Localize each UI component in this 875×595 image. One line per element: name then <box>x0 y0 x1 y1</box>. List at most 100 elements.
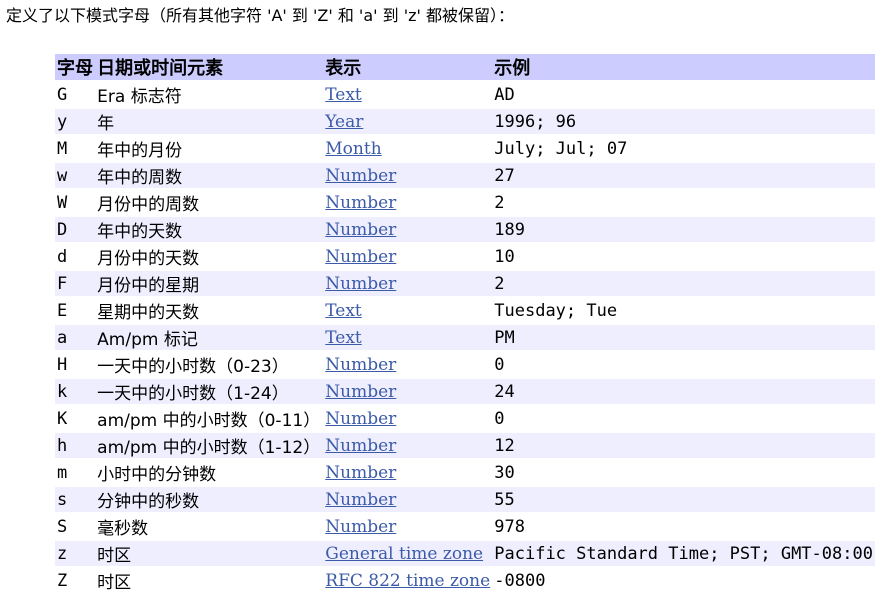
presentation-link[interactable]: Number <box>325 517 396 537</box>
date-time-element: Am/pm 标记 <box>95 325 324 350</box>
presentation-link[interactable]: Year <box>325 112 363 132</box>
pattern-letter: a <box>55 325 96 350</box>
presentation-cell: Number <box>323 271 493 296</box>
date-time-element: 月份中的星期 <box>95 271 324 296</box>
pattern-letter: s <box>55 487 96 512</box>
pattern-letter: m <box>55 460 96 485</box>
table-row: M 年中的月份 Month July; Jul; 07 <box>55 136 875 161</box>
example-value: 0 <box>492 406 875 431</box>
table-row: h am/pm 中的小时数（1-12） Number 12 <box>55 433 875 458</box>
presentation-cell: Number <box>323 460 493 485</box>
date-time-element: 年中的月份 <box>95 136 324 161</box>
pattern-letter: S <box>55 514 96 539</box>
presentation-link[interactable]: Number <box>325 382 396 402</box>
table-row: D 年中的天数 Number 189 <box>55 217 875 242</box>
presentation-cell: Number <box>323 433 493 458</box>
example-value: 978 <box>492 514 875 539</box>
presentation-cell: Text <box>323 82 493 107</box>
presentation-link[interactable]: Text <box>325 85 362 105</box>
example-value: AD <box>492 82 875 107</box>
header-element: 日期或时间元素 <box>95 54 324 80</box>
date-time-element: 年中的周数 <box>95 163 324 188</box>
presentation-cell: RFC 822 time zone <box>323 568 493 593</box>
example-value: -0800 <box>492 568 875 593</box>
presentation-cell: Number <box>323 514 493 539</box>
presentation-link[interactable]: Number <box>325 409 396 429</box>
presentation-cell: Year <box>323 109 493 134</box>
presentation-cell: Number <box>323 163 493 188</box>
presentation-link[interactable]: Month <box>325 139 381 159</box>
presentation-cell: Month <box>323 136 493 161</box>
presentation-link[interactable]: Number <box>325 436 396 456</box>
table-row: m 小时中的分钟数 Number 30 <box>55 460 875 485</box>
presentation-link[interactable]: RFC 822 time zone <box>325 571 490 591</box>
presentation-link[interactable]: Text <box>325 328 362 348</box>
table-row: G Era 标志符 Text AD <box>55 82 875 107</box>
table-row: H 一天中的小时数（0-23） Number 0 <box>55 352 875 377</box>
date-time-element: 时区 <box>95 568 324 593</box>
pattern-letter: K <box>55 406 96 431</box>
example-value: Tuesday; Tue <box>492 298 875 323</box>
presentation-cell: Text <box>323 298 493 323</box>
presentation-cell: Number <box>323 487 493 512</box>
date-time-element: 年中的天数 <box>95 217 324 242</box>
presentation-link[interactable]: Number <box>325 463 396 483</box>
date-time-element: 月份中的天数 <box>95 244 324 269</box>
pattern-letters-table: 字母 日期或时间元素 表示 示例 G Era 标志符 Text AD y 年 Year 199… <box>55 52 875 595</box>
pattern-letter: M <box>55 136 96 161</box>
example-value: 1996; 96 <box>492 109 875 134</box>
presentation-link[interactable]: General time zone <box>325 544 483 564</box>
example-value: Pacific Standard Time; PST; GMT-08:00 <box>492 541 875 566</box>
date-time-element: 一天中的小时数（1-24） <box>95 379 324 404</box>
table-row: d 月份中的天数 Number 10 <box>55 244 875 269</box>
presentation-cell: Number <box>323 352 493 377</box>
table-row: y 年 Year 1996; 96 <box>55 109 875 134</box>
example-value: 27 <box>492 163 875 188</box>
example-value: 0 <box>492 352 875 377</box>
pattern-letter: z <box>55 541 96 566</box>
table-row: W 月份中的周数 Number 2 <box>55 190 875 215</box>
example-value: 24 <box>492 379 875 404</box>
example-value: 55 <box>492 487 875 512</box>
date-time-element: 星期中的天数 <box>95 298 324 323</box>
example-value: 2 <box>492 190 875 215</box>
table-row: k 一天中的小时数（1-24） Number 24 <box>55 379 875 404</box>
table-row: Kam/pm 中的小时数（0-11） Number 0 <box>55 406 875 431</box>
example-value: 2 <box>492 271 875 296</box>
table-header-row: 字母 日期或时间元素 表示 示例 <box>55 54 875 80</box>
presentation-link[interactable]: Number <box>325 193 396 213</box>
example-value: 189 <box>492 217 875 242</box>
presentation-link[interactable]: Text <box>325 301 362 321</box>
table-row: E 星期中的天数 Text Tuesday; Tue <box>55 298 875 323</box>
example-value: July; Jul; 07 <box>492 136 875 161</box>
presentation-link[interactable]: Number <box>325 490 396 510</box>
presentation-link[interactable]: Number <box>325 355 396 375</box>
presentation-link[interactable]: Number <box>325 274 396 294</box>
date-time-element: 时区 <box>95 541 324 566</box>
intro-text: 定义了以下模式字母（所有其他字符 'A' 到 'Z' 和 'a' 到 'z' 都… <box>6 6 514 25</box>
table-row: F 月份中的星期 Number 2 <box>55 271 875 296</box>
pattern-letter: Z <box>55 568 96 593</box>
table-row: Z 时区 RFC 822 time zone -0800 <box>55 568 875 593</box>
pattern-letter: W <box>55 190 96 215</box>
pattern-letter: H <box>55 352 96 377</box>
presentation-cell: Number <box>323 379 493 404</box>
header-examples: 示例 <box>492 54 875 80</box>
pattern-letter: h <box>55 433 96 458</box>
date-time-element: am/pm 中的小时数（1-12） <box>95 433 324 458</box>
example-value: 10 <box>492 244 875 269</box>
presentation-link[interactable]: Number <box>325 247 396 267</box>
date-time-element: 月份中的周数 <box>95 190 324 215</box>
presentation-link[interactable]: Number <box>325 220 396 240</box>
presentation-link[interactable]: Number <box>325 166 396 186</box>
presentation-cell: General time zone <box>323 541 493 566</box>
pattern-letter: E <box>55 298 96 323</box>
header-presentation: 表示 <box>323 54 493 80</box>
example-value: PM <box>492 325 875 350</box>
table-row: a Am/pm 标记 Text PM <box>55 325 875 350</box>
date-time-element: 小时中的分钟数 <box>95 460 324 485</box>
presentation-cell: Number <box>323 406 493 431</box>
date-time-element: Era 标志符 <box>95 82 324 107</box>
pattern-letter: y <box>55 109 96 134</box>
example-value: 12 <box>492 433 875 458</box>
